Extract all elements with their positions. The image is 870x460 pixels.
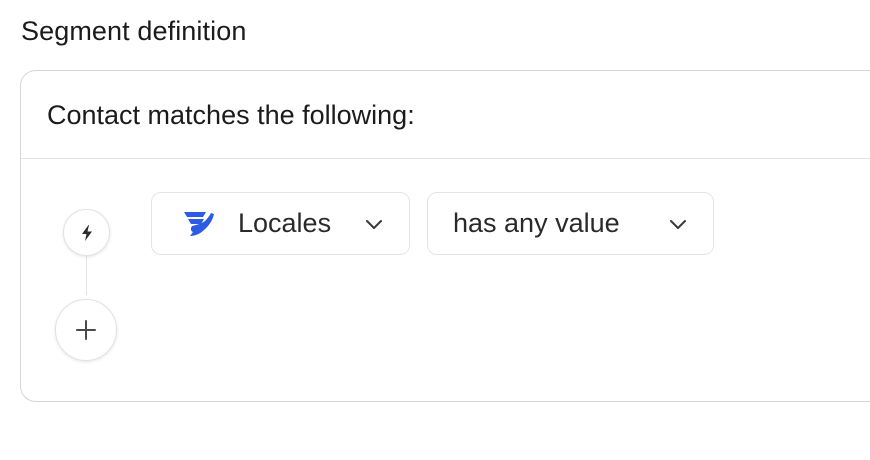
chevron-down-icon xyxy=(669,218,687,230)
segment-definition-page: Segment definition Contact matches the f… xyxy=(0,0,870,460)
chevron-down-icon xyxy=(365,218,383,230)
operator-label: has any value xyxy=(453,208,620,238)
lightning-bolt-icon xyxy=(79,224,95,242)
operator-selector[interactable]: has any value xyxy=(427,192,714,255)
plus-icon xyxy=(75,319,97,341)
attribute-selector[interactable]: Locales xyxy=(151,192,410,255)
attribute-label: Locales xyxy=(238,208,332,238)
segment-card: Contact matches the following: Locales h… xyxy=(20,70,870,402)
match-description: Contact matches the following: xyxy=(47,99,415,130)
conditions-area: Locales has any value xyxy=(21,159,870,401)
bird-logo-icon xyxy=(182,209,216,239)
add-condition-button[interactable] xyxy=(55,299,117,361)
trigger-button[interactable] xyxy=(63,209,110,256)
card-header: Contact matches the following: xyxy=(21,71,870,159)
section-title: Segment definition xyxy=(21,16,247,46)
